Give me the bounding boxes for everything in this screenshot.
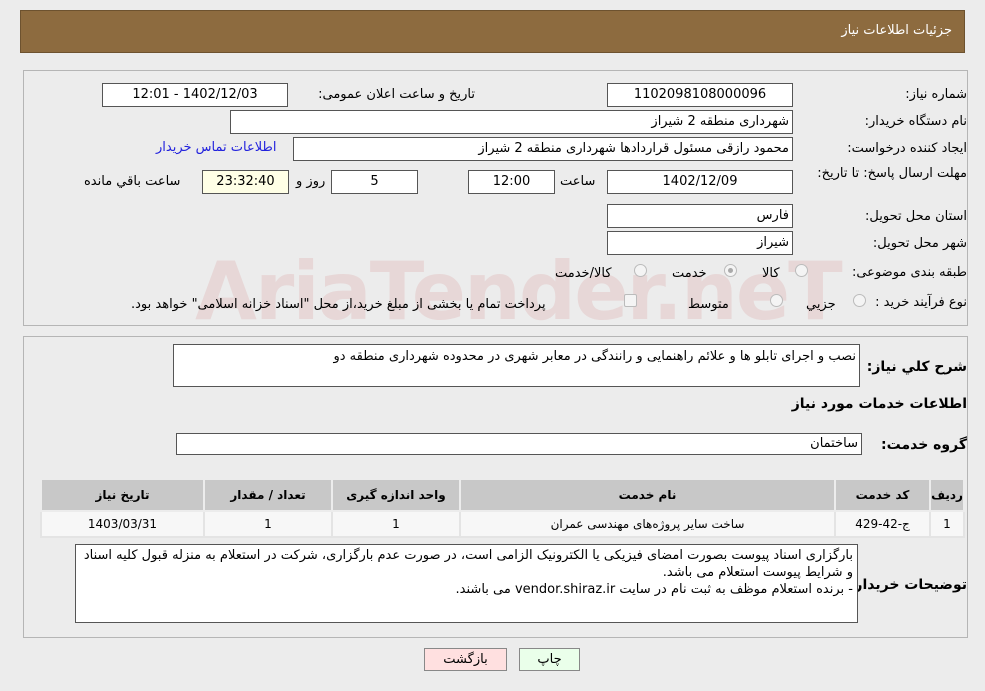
announce-field: 1402/12/03 - 12:01 bbox=[102, 83, 288, 107]
col-name: نام خدمت bbox=[459, 478, 836, 512]
buyer-notes-textarea[interactable]: بارگزاری اسناد پیوست بصورت امضای فیزیکی … bbox=[75, 544, 858, 623]
deadline-time-field: 12:00 bbox=[468, 170, 555, 194]
deadline-label: مهلت ارسال پاسخ: تا تاریخ: bbox=[817, 166, 967, 181]
process-radio-minor[interactable] bbox=[853, 294, 866, 307]
process-option-medium: متوسط bbox=[688, 297, 729, 312]
buyer-org-field: شهرداری منطقه 2 شیراز bbox=[230, 110, 793, 134]
treasury-checkbox[interactable] bbox=[624, 294, 637, 307]
services-table: ردیف کد خدمت نام خدمت واحد اندازه گیری ت… bbox=[40, 478, 965, 538]
process-label: نوع فرآیند خرید : bbox=[875, 295, 967, 310]
category-radio-service[interactable] bbox=[724, 264, 737, 277]
creator-label: ایجاد کننده درخواست: bbox=[847, 141, 967, 156]
deadline-date-field: 1402/12/09 bbox=[607, 170, 793, 194]
buyer-notes-line: بارگزاری اسناد پیوست بصورت امضای فیزیکی … bbox=[83, 548, 853, 580]
col-row: ردیف bbox=[929, 478, 965, 512]
table-row: 1 ج-42-429 ساخت سایر پروژه‌های مهندسی عم… bbox=[40, 510, 965, 538]
days-label: روز و bbox=[296, 174, 326, 189]
category-radio-goods-service[interactable] bbox=[634, 264, 647, 277]
category-label: طبقه بندی موضوعی: bbox=[851, 265, 967, 280]
need-number-label: شماره نیاز: bbox=[905, 87, 967, 102]
province-field: فارس bbox=[607, 204, 793, 228]
col-qty: تعداد / مقدار bbox=[203, 478, 333, 512]
province-label: استان محل تحویل: bbox=[865, 209, 967, 224]
service-group-field: ساختمان bbox=[176, 433, 862, 455]
city-field: شیراز bbox=[607, 231, 793, 255]
cell-unit: 1 bbox=[331, 510, 461, 538]
process-option-minor: جزیي bbox=[806, 297, 836, 312]
category-option-service: خدمت bbox=[672, 266, 707, 281]
category-radio-goods[interactable] bbox=[795, 264, 808, 277]
page-title: جزئیات اطلاعات نیاز bbox=[841, 23, 952, 38]
col-date: تاریخ نیاز bbox=[40, 478, 205, 512]
services-title: اطلاعات خدمات مورد نیاز bbox=[791, 396, 967, 412]
need-number-field: 1102098108000096 bbox=[607, 83, 793, 107]
col-code: کد خدمت bbox=[834, 478, 931, 512]
category-option-goods-service: کالا/خدمت bbox=[555, 266, 612, 281]
cell-code: ج-42-429 bbox=[834, 510, 931, 538]
remaining-label: ساعت باقي مانده bbox=[84, 174, 181, 189]
cell-date: 1403/03/31 bbox=[40, 510, 205, 538]
city-label: شهر محل تحویل: bbox=[872, 236, 967, 251]
process-radio-medium[interactable] bbox=[770, 294, 783, 307]
buyer-notes-label: توضیحات خریدار: bbox=[848, 577, 967, 593]
contact-buyer-link[interactable]: اطلاعات تماس خریدار bbox=[156, 140, 276, 155]
print-button[interactable]: چاپ bbox=[519, 648, 580, 671]
announce-label: تاریخ و ساعت اعلان عمومی: bbox=[318, 87, 475, 102]
service-group-label: گروه خدمت: bbox=[881, 437, 967, 453]
remaining-time-field: 23:32:40 bbox=[202, 170, 289, 194]
buyer-notes-line: - برنده استعلام موظف به ثبت نام در سایت … bbox=[455, 582, 853, 597]
cell-row: 1 bbox=[929, 510, 965, 538]
col-unit: واحد اندازه گیری bbox=[331, 478, 461, 512]
cell-name: ساخت سایر پروژه‌های مهندسی عمران bbox=[459, 510, 836, 538]
time-label: ساعت bbox=[560, 174, 596, 189]
buyer-org-label: نام دستگاه خریدار: bbox=[864, 114, 967, 129]
watermark-logo: AriaTender.neT bbox=[195, 245, 843, 338]
summary-textarea[interactable]: نصب و اجرای تابلو ها و علائم راهنمایی و … bbox=[173, 344, 860, 387]
page-header: جزئیات اطلاعات نیاز bbox=[20, 10, 965, 53]
back-button[interactable]: بازگشت bbox=[424, 648, 507, 671]
days-field: 5 bbox=[331, 170, 418, 194]
process-note: پرداخت تمام یا بخشی از مبلغ خرید،از محل … bbox=[131, 297, 546, 312]
creator-field: محمود رازقی مسئول قراردادها شهرداری منطق… bbox=[293, 137, 793, 161]
category-option-goods: کالا bbox=[762, 266, 780, 281]
summary-label: شرح كلي نياز: bbox=[866, 359, 967, 375]
cell-qty: 1 bbox=[203, 510, 333, 538]
